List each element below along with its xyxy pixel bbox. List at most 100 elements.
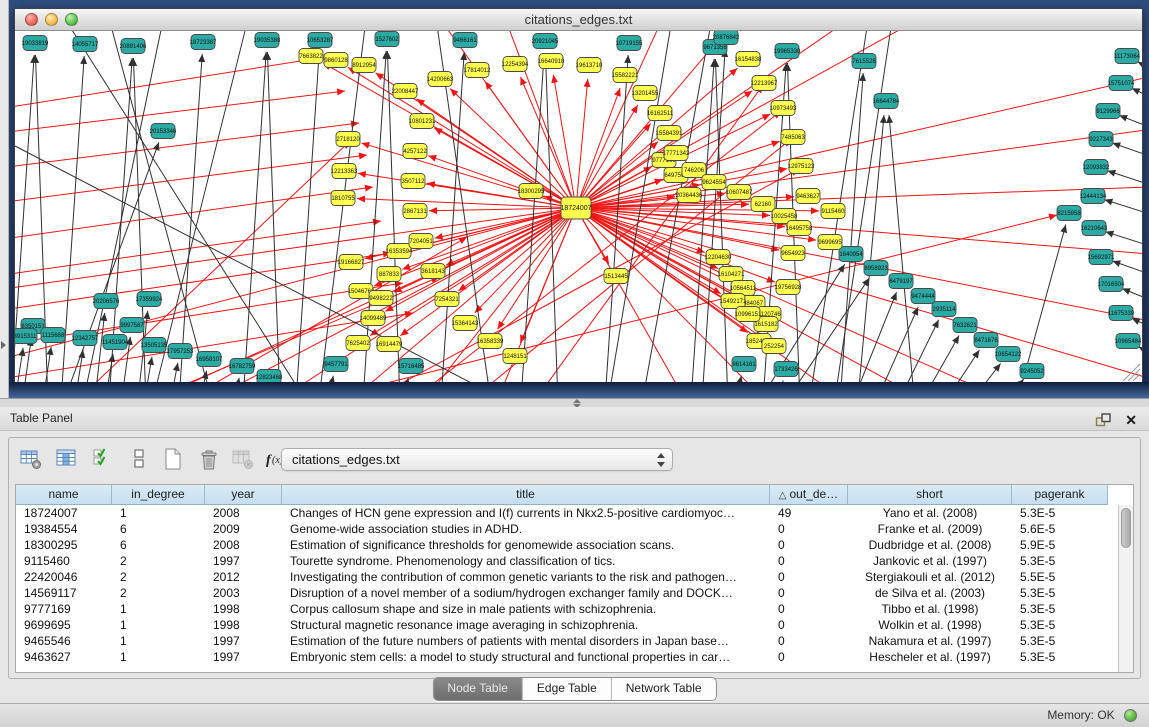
graph-node[interactable]: 1640954: [839, 247, 863, 262]
table-settings-icon[interactable]: [19, 447, 45, 473]
graph-node[interactable]: 9699695: [818, 235, 842, 250]
graph-node[interactable]: 9654923: [781, 246, 805, 261]
graph-node[interactable]: 18723387: [190, 35, 217, 50]
graph-node[interactable]: 17771342: [663, 146, 690, 161]
graph-node[interactable]: 13505135: [141, 338, 168, 353]
tab-node-table[interactable]: Node Table: [433, 678, 522, 700]
minimize-window-icon[interactable]: [45, 13, 58, 26]
new-document-icon[interactable]: [161, 447, 187, 473]
graph-node[interactable]: 12823468: [256, 370, 283, 384]
graph-node[interactable]: 10801231: [409, 114, 436, 129]
graph-node[interactable]: 10607487: [726, 185, 753, 200]
graph-node[interactable]: 9245052: [1020, 364, 1044, 379]
graph-node[interactable]: 9457791: [324, 357, 348, 372]
tab-network-table[interactable]: Network Table: [611, 678, 716, 700]
graph-node[interactable]: 7615526: [852, 54, 876, 69]
graph-node[interactable]: 15692971: [1088, 250, 1115, 265]
import-table-icon[interactable]: [231, 447, 257, 473]
graph-node[interactable]: 62160: [751, 197, 775, 212]
column-header-out_de[interactable]: △out_de…: [770, 485, 848, 505]
graph-node[interactable]: 17359924: [136, 292, 163, 307]
graph-node[interactable]: 16644784: [873, 94, 900, 109]
graph-node[interactable]: 18300295: [518, 184, 545, 199]
graph-node[interactable]: 20364436: [676, 188, 703, 203]
graph-node[interactable]: 10965484: [1115, 334, 1142, 349]
graph-node[interactable]: 11173064: [1114, 49, 1140, 64]
graph-node[interactable]: 16104271: [718, 267, 745, 282]
graph-node[interactable]: 19035388: [254, 33, 281, 48]
graph-node[interactable]: 16154838: [735, 52, 762, 67]
resize-grip-icon[interactable]: [1123, 364, 1140, 381]
graph-node[interactable]: 19965330: [774, 44, 801, 59]
graph-node[interactable]: 7485063: [781, 130, 805, 145]
graph-node[interactable]: 11451904: [102, 335, 129, 350]
graph-node[interactable]: 16782759: [229, 359, 256, 374]
graph-node[interactable]: 17016504: [1098, 277, 1125, 292]
graph-node[interactable]: 12444134: [1080, 189, 1107, 204]
graph-node[interactable]: 19756928: [775, 280, 802, 295]
close-panel-icon[interactable]: ✕: [1125, 409, 1137, 432]
graph-node[interactable]: 9463627: [796, 189, 820, 204]
graph-node[interactable]: 12213363: [331, 164, 358, 179]
table-row[interactable]: 1872400712008Changes of HCN gene express…: [16, 505, 1118, 521]
graph-node[interactable]: 14200663: [427, 72, 454, 87]
graph-node[interactable]: 8215958: [1057, 206, 1081, 221]
graph-node[interactable]: 13201455: [632, 86, 659, 101]
graph-node[interactable]: 10973493: [770, 101, 797, 116]
graph-node[interactable]: 3915311: [15, 329, 37, 344]
graph-node[interactable]: 2867131: [403, 204, 427, 219]
graph-node[interactable]: 7204051: [409, 234, 433, 249]
zoom-window-icon[interactable]: [65, 13, 78, 26]
column-header-name[interactable]: name: [16, 485, 112, 505]
table-row[interactable]: 1938455462009Genome-wide association stu…: [16, 521, 1118, 537]
graph-node[interactable]: 15582221: [612, 68, 639, 83]
graph-node[interactable]: 2718120: [336, 132, 360, 147]
tab-edge-table[interactable]: Edge Table: [522, 678, 611, 700]
graph-node[interactable]: 3507112: [401, 174, 425, 189]
graph-node[interactable]: 17814012: [464, 63, 491, 78]
graph-node[interactable]: 4257122: [403, 144, 427, 159]
graph-node[interactable]: 19033819: [22, 36, 49, 51]
graph-node[interactable]: 10654122: [995, 347, 1022, 362]
graph-node[interactable]: 16640910: [538, 54, 565, 69]
graph-node[interactable]: 16210643: [1081, 221, 1108, 236]
graph-node[interactable]: 10996151: [735, 307, 762, 322]
graph-node[interactable]: 18724007: [560, 197, 591, 219]
graph-node[interactable]: 1810755: [331, 191, 355, 206]
table-selector-dropdown[interactable]: citations_edges.txt: [281, 448, 673, 471]
graph-node[interactable]: 16162511: [647, 106, 674, 121]
graph-node[interactable]: 9614161: [732, 357, 756, 372]
memory-indicator[interactable]: Memory: OK: [1047, 708, 1137, 723]
graph-node[interactable]: 19166827: [338, 255, 365, 270]
delete-icon[interactable]: [197, 447, 223, 473]
graph-node[interactable]: 19613710: [576, 58, 603, 73]
column-header-short[interactable]: short: [848, 485, 1012, 505]
table-row[interactable]: 946362711997Embryonic stem cells: a mode…: [16, 649, 1118, 665]
scrollbar-thumb[interactable]: [1121, 508, 1131, 548]
column-header-title[interactable]: title: [282, 485, 770, 505]
graph-node[interactable]: 20891406: [120, 39, 147, 54]
graph-node[interactable]: 8471676: [974, 333, 998, 348]
graph-node[interactable]: 12342757: [72, 331, 99, 346]
graph-node[interactable]: 9498222: [369, 291, 393, 306]
graph-node[interactable]: 20153346: [150, 124, 177, 139]
graph-node[interactable]: 1513445: [604, 269, 628, 284]
table-row[interactable]: 969969511998Structural magnetic resonanc…: [16, 617, 1118, 633]
graph-node[interactable]: 8958923: [864, 261, 888, 276]
graph-node[interactable]: 9474444: [911, 289, 935, 304]
graph-node[interactable]: 9227343: [1089, 132, 1113, 147]
graph-node[interactable]: 9115460: [821, 204, 845, 219]
select-rows-icon[interactable]: [91, 447, 117, 473]
graph-node[interactable]: 20876842: [713, 31, 740, 45]
float-panel-icon[interactable]: [1095, 412, 1111, 426]
graph-node[interactable]: 10719155: [616, 36, 643, 51]
graph-node[interactable]: 7254321: [435, 292, 459, 307]
table-row[interactable]: 1456911722003Disruption of a novel membe…: [16, 585, 1118, 601]
graph-node[interactable]: 16358339: [477, 334, 504, 349]
network-window-titlebar[interactable]: citations_edges.txt: [15, 9, 1142, 31]
column-header-pagerank[interactable]: pagerank: [1012, 485, 1108, 505]
graph-node[interactable]: 9624554: [702, 175, 726, 190]
graph-node[interactable]: 887833: [377, 267, 401, 282]
graph-node[interactable]: 9129966: [1096, 104, 1120, 119]
graph-node[interactable]: 15751074: [1108, 76, 1135, 91]
